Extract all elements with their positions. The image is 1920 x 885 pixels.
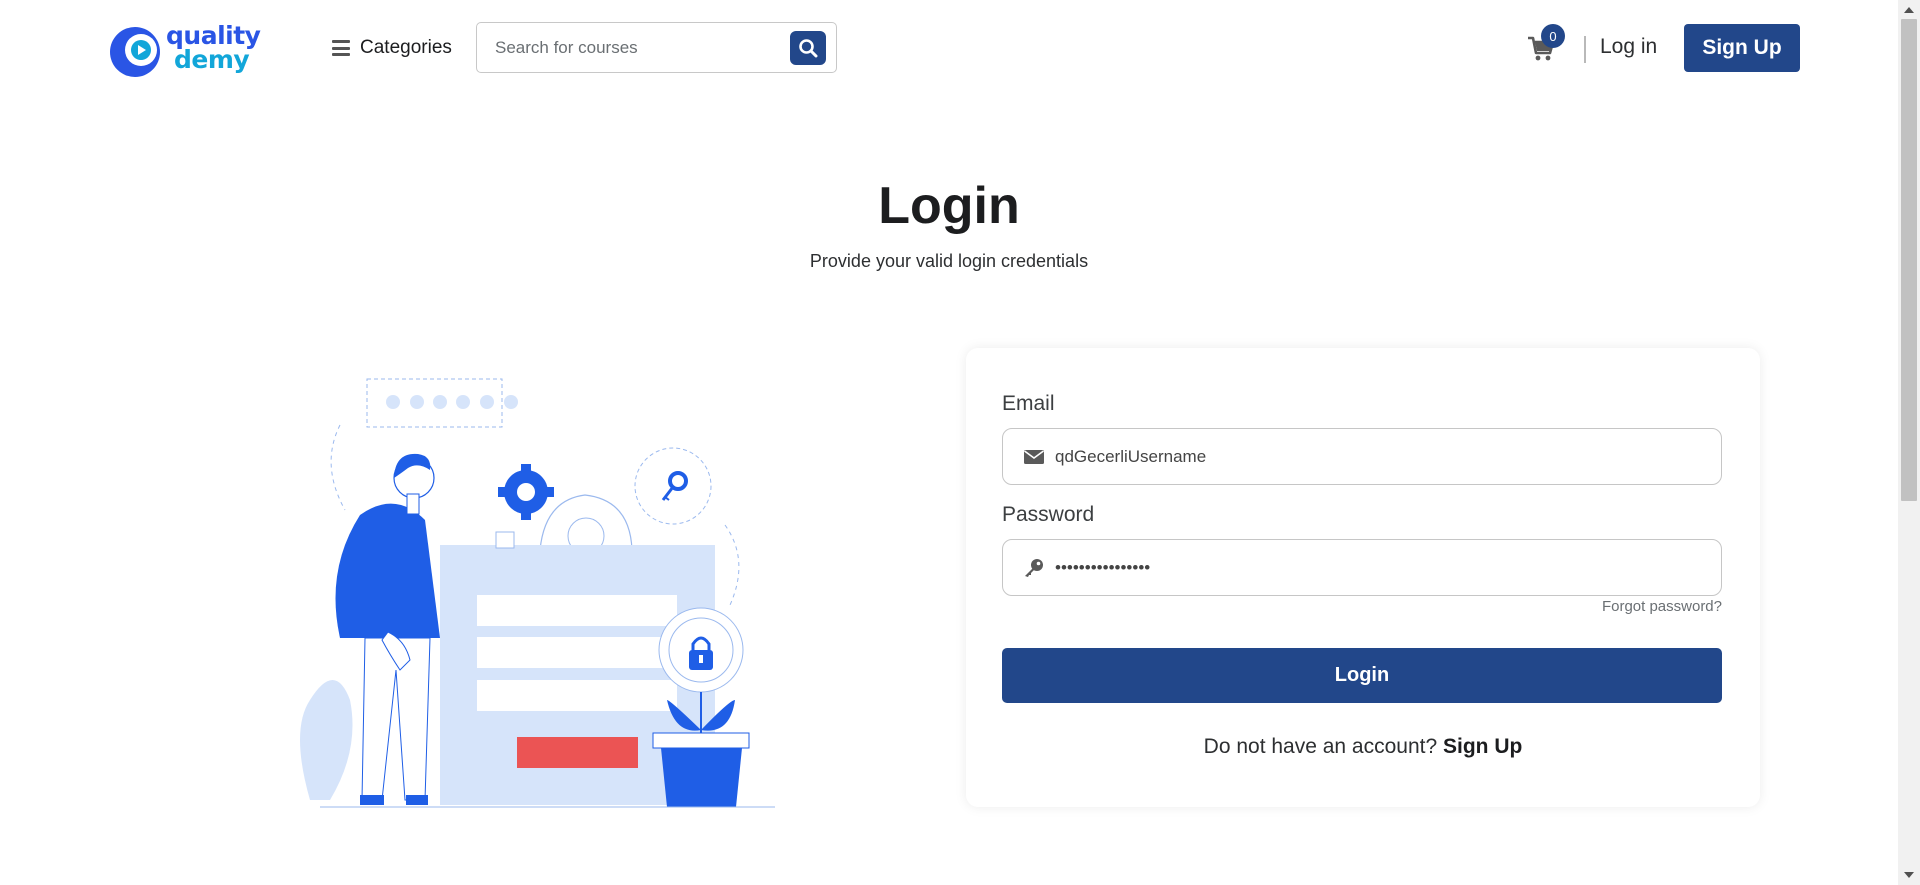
signup-link[interactable]: Sign Up [1443, 735, 1522, 758]
scroll-down-arrow-icon[interactable] [1904, 872, 1914, 878]
signup-button[interactable]: Sign Up [1684, 24, 1800, 72]
site-logo[interactable]: quality demy [108, 22, 264, 82]
email-input[interactable] [1055, 444, 1695, 470]
logo-text-line2: demy [174, 45, 250, 74]
email-label: Email [1002, 392, 1055, 415]
login-illustration [300, 378, 775, 808]
envelope-icon [1024, 450, 1044, 464]
cart-count-badge: 0 [1541, 24, 1565, 48]
scroll-up-arrow-icon[interactable] [1904, 7, 1914, 13]
page-title: Login [878, 177, 1020, 235]
login-link[interactable]: Log in [1600, 35, 1657, 59]
email-field-wrapper [1002, 428, 1722, 485]
login-card: Email Password Forgot password? Login Do… [966, 348, 1760, 807]
password-field-wrapper [1002, 539, 1722, 596]
page-subtitle: Provide your valid login credentials [809, 251, 1089, 271]
search-icon [799, 39, 818, 58]
no-account-label: Do not have an account? [1203, 735, 1438, 758]
password-label: Password [1002, 503, 1095, 526]
key-icon [1025, 559, 1043, 577]
forgot-password-link[interactable]: Forgot password? [1602, 598, 1722, 615]
header-divider [1584, 36, 1586, 63]
login-button[interactable]: Login [1002, 648, 1722, 703]
search-input[interactable] [495, 35, 765, 61]
hamburger-icon [332, 40, 350, 56]
password-input[interactable] [1055, 555, 1695, 581]
scroll-thumb[interactable] [1901, 19, 1917, 501]
search-button[interactable] [790, 31, 826, 65]
logo-wordmark: quality demy [166, 23, 261, 74]
page-scrollbar[interactable] [1898, 0, 1920, 885]
search-bar [476, 22, 837, 73]
categories-label: Categories [360, 37, 452, 58]
categories-menu[interactable]: Categories [332, 33, 452, 63]
site-header: quality demy Categories 0 Log in Sign Up [0, 0, 1898, 96]
logo-mark-icon [110, 27, 160, 77]
no-account-text: Do not have an account? Sign Up [966, 735, 1760, 759]
